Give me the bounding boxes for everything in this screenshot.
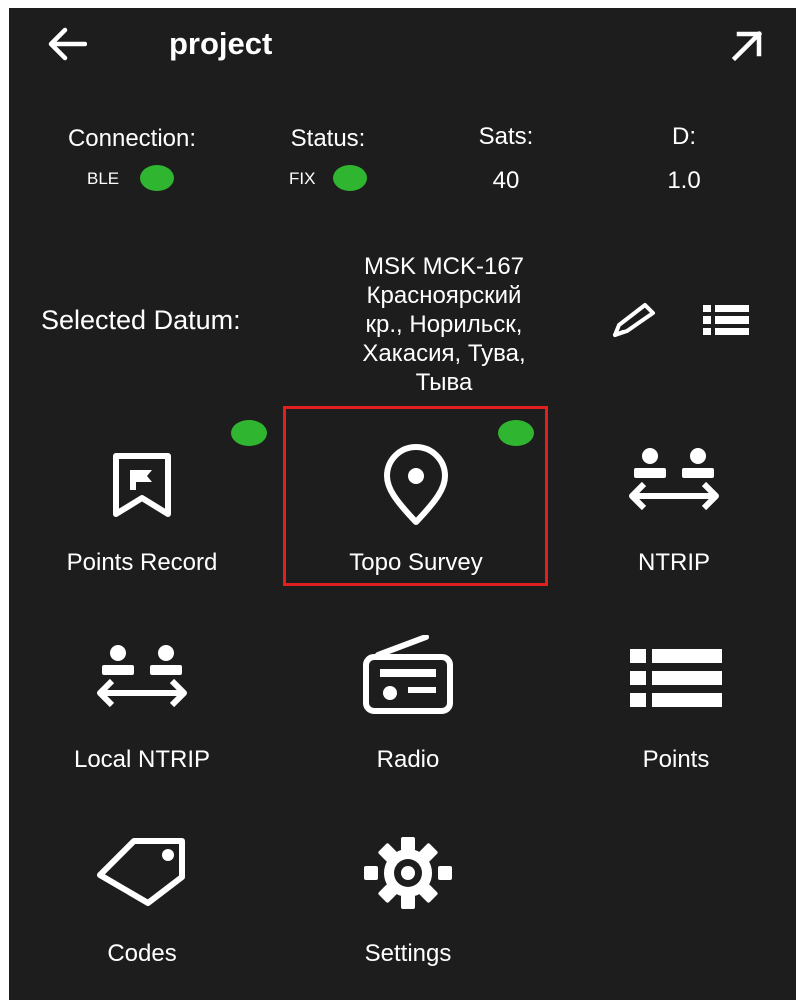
radio-label: Radio bbox=[376, 746, 440, 773]
ntrip-label: NTRIP bbox=[638, 549, 710, 576]
points-record-indicator bbox=[231, 420, 267, 446]
transfer-icon bbox=[97, 645, 187, 708]
radio-icon bbox=[363, 635, 453, 714]
pencil-icon[interactable] bbox=[609, 301, 659, 341]
datum-line-4: Хакасия, Тува, bbox=[362, 340, 526, 367]
gear-icon bbox=[364, 837, 452, 909]
datum-line-2: Красноярский bbox=[366, 282, 522, 309]
codes-label: Codes bbox=[107, 940, 177, 967]
transfer-icon bbox=[629, 448, 719, 511]
page-title: project bbox=[169, 26, 273, 61]
points-record-label: Points Record bbox=[66, 549, 218, 576]
list-icon[interactable] bbox=[701, 303, 751, 337]
datum-line-1: MSK MCK-167 bbox=[363, 253, 525, 280]
list-icon bbox=[630, 649, 722, 707]
arrow-left-icon[interactable] bbox=[45, 26, 87, 62]
sats-label: Sats: bbox=[478, 123, 534, 150]
points-tile[interactable]: Points bbox=[546, 605, 796, 780]
settings-tile[interactable]: Settings bbox=[278, 801, 538, 976]
local-ntrip-label: Local NTRIP bbox=[73, 746, 211, 773]
points-label: Points bbox=[642, 746, 710, 773]
status-indicator bbox=[333, 165, 367, 191]
selection-highlight bbox=[283, 406, 548, 586]
codes-tile[interactable]: Codes bbox=[12, 801, 272, 976]
local-ntrip-tile[interactable]: Local NTRIP bbox=[12, 605, 272, 780]
settings-label: Settings bbox=[364, 940, 452, 967]
datum-label: Selected Datum: bbox=[41, 305, 241, 335]
tag-icon bbox=[97, 838, 185, 906]
connection-value: BLE bbox=[87, 169, 120, 188]
d-label: D: bbox=[672, 123, 696, 150]
datum-line-5: Тыва bbox=[415, 369, 473, 396]
d-value: 1.0 bbox=[667, 167, 701, 194]
connection-label: Connection: bbox=[67, 125, 197, 152]
status-label: Status: bbox=[290, 125, 366, 152]
datum-line-3: кр., Норильск, bbox=[365, 311, 523, 338]
connection-indicator bbox=[140, 165, 174, 191]
ntrip-tile[interactable]: NTRIP bbox=[544, 408, 796, 583]
datum-value: MSK MCK-167 Красноярский кр., Норильск, … bbox=[327, 252, 561, 397]
status-value: FIX bbox=[289, 169, 316, 188]
arrow-up-right-icon[interactable] bbox=[727, 26, 767, 66]
flag-icon bbox=[113, 453, 171, 517]
radio-tile[interactable]: Radio bbox=[278, 605, 538, 780]
sats-value: 40 bbox=[492, 167, 520, 194]
app-screen: project Connection: BLE Status: FIX Sats… bbox=[9, 8, 796, 1000]
